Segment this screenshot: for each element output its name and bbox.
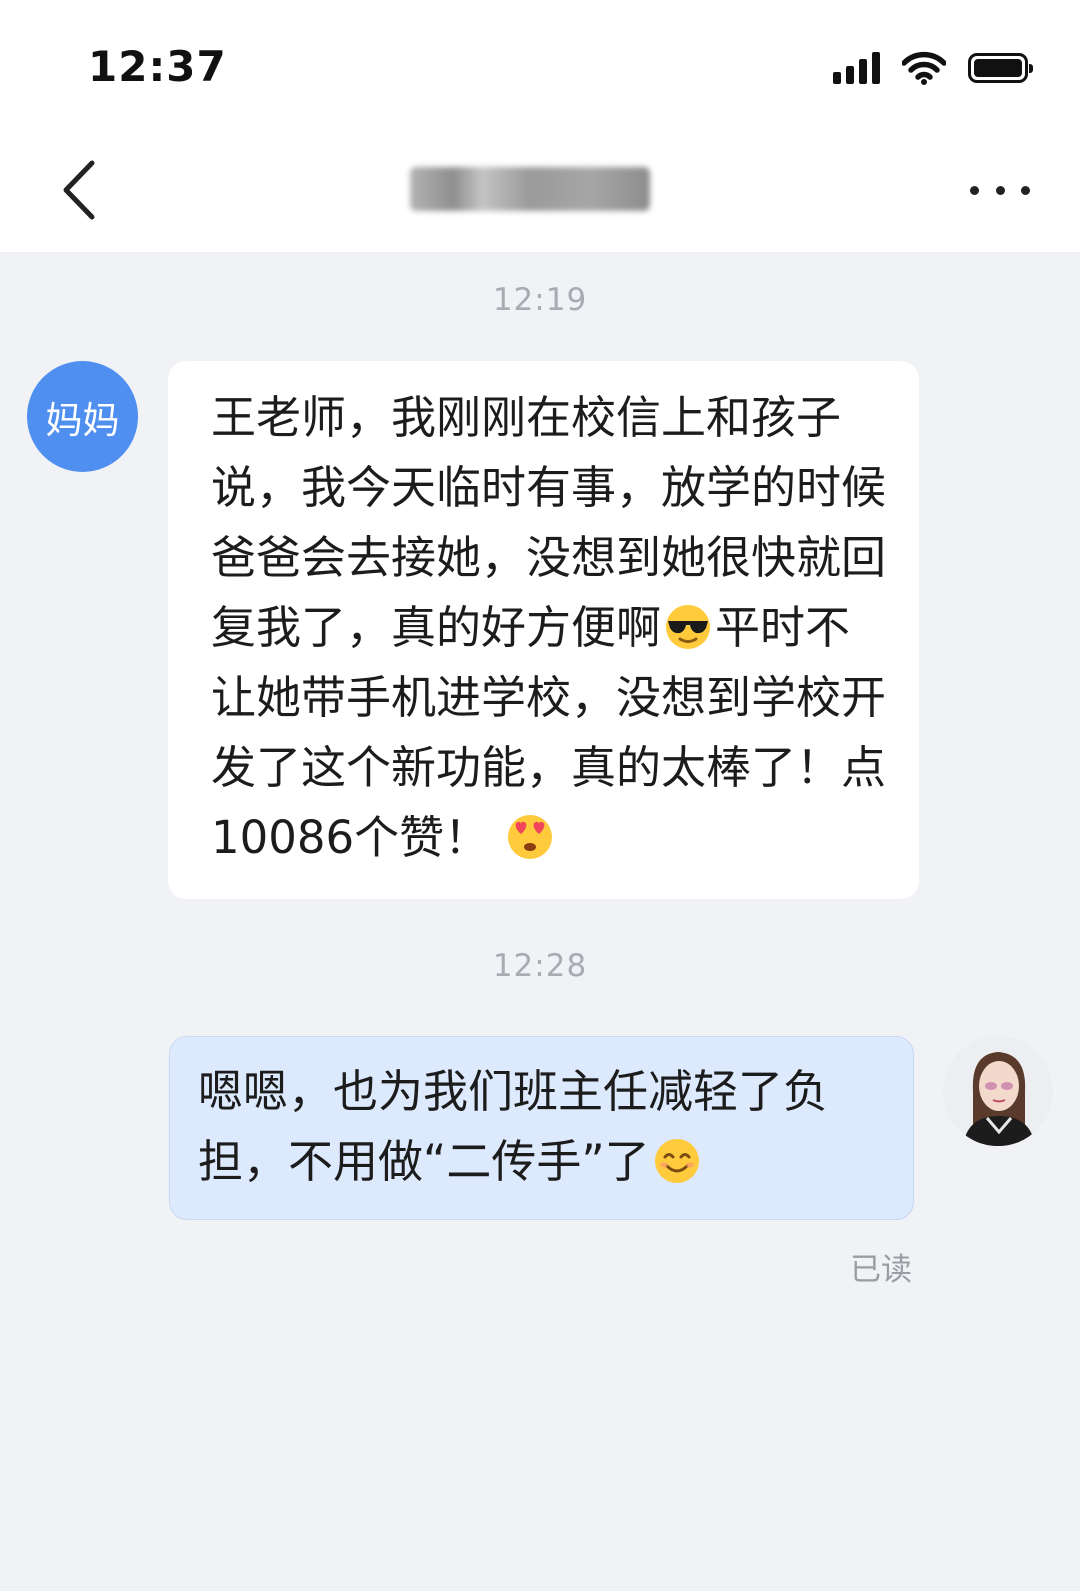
message-timestamp: 12:28 — [492, 948, 588, 984]
message-text: 嗯嗯，也为我们班主任减轻了负担，不用做“二传手”了 — [198, 1065, 829, 1188]
status-time: 12:37 — [88, 42, 227, 91]
conversation-title-redacted — [410, 167, 650, 211]
more-dots-icon — [970, 185, 979, 195]
avatar[interactable]: 妈妈 — [27, 361, 138, 472]
more-button[interactable] — [970, 175, 1030, 205]
heart-eyes-emoji-icon — [508, 815, 553, 859]
received-message-bubble[interactable]: 王老师，我刚刚在校信上和孩子说，我今天临时有事，放学的时候爸爸会去接她，没想到她… — [168, 361, 919, 899]
message-timestamp: 12:19 — [492, 282, 588, 318]
cellular-signal-icon — [833, 52, 880, 84]
battery-icon — [968, 53, 1033, 83]
status-icons — [833, 50, 1033, 86]
sent-message-bubble[interactable]: 嗯嗯，也为我们班主任减轻了负担，不用做“二传手”了 — [169, 1036, 914, 1220]
read-status: 已读 — [850, 1252, 912, 1288]
user-portrait-icon — [943, 1036, 1053, 1146]
sunglasses-emoji-icon — [666, 605, 711, 649]
wifi-icon — [902, 51, 946, 85]
avatar-label: 妈妈 — [45, 398, 120, 442]
smiling-emoji-icon — [654, 1139, 699, 1183]
back-button[interactable] — [50, 157, 110, 223]
chevron-left-icon — [63, 160, 95, 220]
own-avatar[interactable] — [943, 1036, 1053, 1146]
nav-bar — [0, 125, 1080, 252]
status-bar: 12:37 — [0, 0, 1080, 125]
